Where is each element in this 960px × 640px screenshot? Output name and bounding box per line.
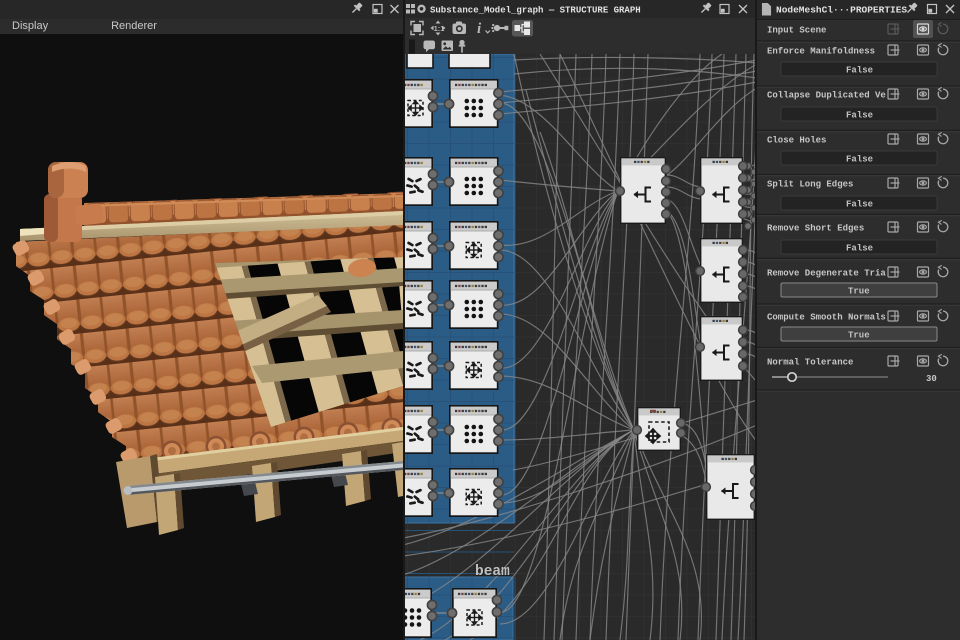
svg-text:30: 30: [926, 374, 937, 384]
svg-text:Normal Tolerance: Normal Tolerance: [767, 358, 853, 368]
svg-text:Input Scene: Input Scene: [767, 26, 826, 36]
svg-text:Split Long Edges: Split Long Edges: [767, 180, 853, 190]
svg-text:Substance_Model_graph — STRUCT: Substance_Model_graph — STRUCTURE GRAPH: [430, 6, 641, 16]
svg-text:False: False: [846, 66, 873, 76]
svg-text:Compute Smooth Normals: Compute Smooth Normals: [767, 313, 886, 323]
svg-text:True: True: [848, 287, 870, 297]
svg-text:NodeMeshCl···PROPERTIES: NodeMeshCl···PROPERTIES: [776, 5, 907, 16]
svg-text:Remove Degenerate Tria: Remove Degenerate Tria: [767, 269, 886, 279]
svg-text:False: False: [846, 244, 873, 254]
svg-text:False: False: [846, 155, 873, 165]
svg-text:False: False: [846, 111, 873, 121]
svg-text:Remove Short Edges: Remove Short Edges: [767, 224, 864, 234]
svg-text:1:1: 1:1: [434, 24, 445, 33]
svg-text:False: False: [846, 200, 873, 210]
svg-text:Collapse Duplicated Ve: Collapse Duplicated Ve: [767, 91, 886, 101]
svg-text:beam: beam: [475, 564, 510, 580]
svg-text:Close Holes: Close Holes: [767, 136, 826, 146]
svg-text:True: True: [848, 331, 870, 341]
svg-text:Enforce Manifoldness: Enforce Manifoldness: [767, 47, 875, 57]
